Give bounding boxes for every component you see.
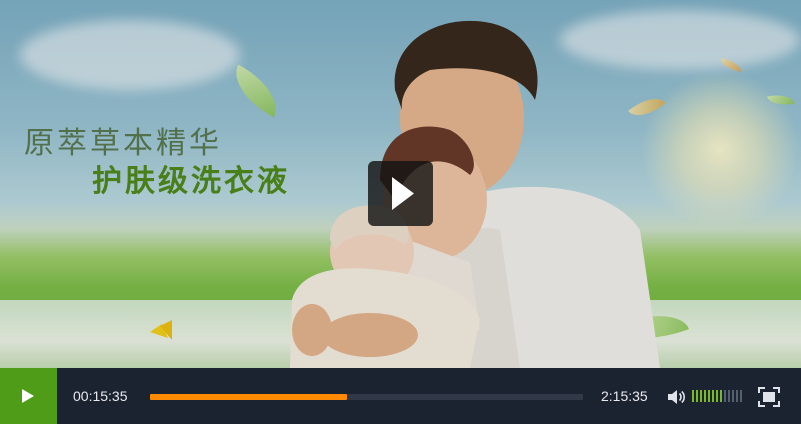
volume-level-bar [736, 390, 738, 402]
play-icon [22, 389, 34, 403]
volume-level-bar [720, 390, 722, 402]
play-button[interactable] [0, 368, 57, 424]
speaker-icon [668, 390, 685, 404]
center-play-button[interactable] [368, 161, 433, 226]
volume-level-bar [716, 390, 718, 402]
volume-level-bar [704, 390, 706, 402]
video-player: 原萃草本精华 护肤级洗衣液 00:15:35 2:15:35 [0, 0, 801, 424]
volume-level-bar [708, 390, 710, 402]
progress-fill [150, 394, 348, 400]
volume-level-bar [692, 390, 694, 402]
control-bar: 00:15:35 2:15:35 [0, 368, 801, 424]
video-frame[interactable]: 原萃草本精华 护肤级洗衣液 [0, 0, 801, 368]
fullscreen-icon [758, 387, 780, 407]
play-icon [392, 177, 414, 210]
volume-level-bar [732, 390, 734, 402]
volume-level-bar [712, 390, 714, 402]
duration: 2:15:35 [601, 388, 648, 404]
volume-level-bar [740, 390, 742, 402]
volume-slider[interactable] [692, 390, 742, 404]
volume-level-bar [696, 390, 698, 402]
fullscreen-button[interactable] [757, 386, 781, 413]
progress-bar[interactable] [150, 394, 583, 400]
volume-level-bar [724, 390, 726, 402]
volume-level-bar [728, 390, 730, 402]
current-time: 00:15:35 [73, 388, 128, 404]
volume-level-bar [700, 390, 702, 402]
volume-button[interactable] [666, 388, 686, 411]
